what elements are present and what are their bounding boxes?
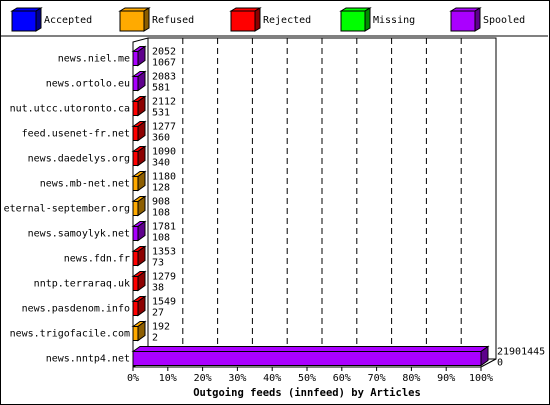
- bar-top: [131, 346, 490, 352]
- offered-label: 2112: [152, 97, 176, 108]
- offered-label: 1781: [152, 222, 176, 233]
- bar-news.nntp4.net: [132, 351, 482, 366]
- accepted-label: 27: [152, 308, 164, 319]
- category-label: eternal-september.org: [4, 204, 130, 215]
- offered-label: 21901445: [497, 347, 545, 358]
- category-label: news.ortolo.eu: [46, 79, 130, 90]
- category-label: news.trigofacile.com: [10, 329, 130, 340]
- bar-news.daedelys.org: [132, 151, 139, 166]
- bar-news.pasdenom.info: [132, 301, 139, 316]
- legend-swatch-rejected: [230, 10, 256, 32]
- category-label: news.nntp4.net: [46, 354, 130, 365]
- offered-label: 908: [152, 197, 170, 208]
- legend-swatch-accepted: [11, 10, 37, 32]
- legend-swatch-side: [254, 7, 261, 32]
- accepted-label: 0: [497, 358, 503, 369]
- category-label: news.samoylyk.net: [28, 229, 130, 240]
- x-tick-label: 50%: [298, 373, 316, 384]
- accepted-label: 73: [152, 258, 164, 269]
- x-tick-label: 90%: [437, 373, 455, 384]
- legend-swatch-side: [474, 7, 481, 32]
- x-tick-label: 80%: [402, 373, 420, 384]
- legend-swatch-spooled: [450, 10, 476, 32]
- feeds-bar-chart: Accepted Refused Rejected Missing Spooled new…: [1, 7, 548, 399]
- accepted-label: 2: [152, 333, 158, 344]
- offered-label: 1549: [152, 297, 176, 308]
- accepted-label: 108: [152, 233, 170, 244]
- category-label: nntp.terraraq.uk: [34, 279, 130, 290]
- accepted-label: 531: [152, 108, 170, 119]
- bar-news.fdn.fr: [132, 251, 139, 266]
- offered-label: 1277: [152, 122, 176, 133]
- bar-nut.utcc.utoronto.ca: [132, 101, 139, 116]
- category-label: news.fdn.fr: [64, 254, 130, 265]
- legend-label-refused: Refused: [152, 15, 194, 26]
- accepted-label: 581: [152, 83, 170, 94]
- x-axis-title: Outgoing feeds (innfeed) by Articles: [193, 387, 421, 399]
- legend-swatch-side: [35, 7, 42, 32]
- x-tick-label: 40%: [263, 373, 281, 384]
- bar-news.samoylyk.net: [132, 226, 139, 241]
- legend-swatch-missing: [340, 10, 366, 32]
- bar-eternal-september.org: [132, 201, 139, 216]
- offered-label: 1353: [152, 247, 176, 258]
- accepted-label: 38: [152, 283, 164, 294]
- category-label: news.mb-net.net: [40, 179, 130, 190]
- accepted-label: 340: [152, 158, 170, 169]
- category-label: nut.utcc.utoronto.ca: [10, 104, 130, 115]
- x-tick-label: 20%: [194, 373, 212, 384]
- x-tick-label: 70%: [368, 373, 386, 384]
- legend-swatch-refused: [119, 10, 145, 32]
- bar-news.trigofacile.com: [132, 326, 139, 341]
- offered-label: 1090: [152, 147, 176, 158]
- offered-label: 2052: [152, 47, 176, 58]
- category-label: news.daedelys.org: [28, 154, 130, 165]
- bar-news.ortolo.eu: [132, 76, 139, 91]
- category-label: news.niel.me: [58, 54, 130, 65]
- offered-label: 192: [152, 322, 170, 333]
- bar-nntp.terraraq.uk: [132, 276, 139, 291]
- legend-label-missing: Missing: [373, 15, 415, 26]
- legend-swatch-side: [143, 7, 150, 32]
- x-tick-label: 60%: [333, 373, 351, 384]
- x-tick-label: 30%: [228, 373, 246, 384]
- x-tick-label: 100%: [469, 373, 493, 384]
- legend-label-accepted: Accepted: [44, 15, 92, 26]
- accepted-label: 1067: [152, 58, 176, 69]
- legend: Accepted Refused Rejected Missing Spooled: [10, 7, 525, 32]
- x-tick-label: 10%: [159, 373, 177, 384]
- legend-swatch-side: [364, 7, 371, 32]
- x-tick-label: 0%: [127, 373, 139, 384]
- accepted-label: 128: [152, 183, 170, 194]
- accepted-label: 360: [152, 133, 170, 144]
- category-label: feed.usenet-fr.net: [22, 129, 130, 140]
- category-label: news.pasdenom.info: [22, 304, 130, 315]
- accepted-label: 108: [152, 208, 170, 219]
- bar-feed.usenet-fr.net: [132, 126, 139, 141]
- offered-label: 1180: [152, 172, 176, 183]
- bar-news.mb-net.net: [132, 176, 139, 191]
- legend-label-rejected: Rejected: [263, 15, 311, 26]
- offered-label: 2083: [152, 72, 176, 83]
- legend-label-spooled: Spooled: [483, 15, 525, 26]
- bar-news.niel.me: [132, 51, 139, 66]
- offered-label: 1279: [152, 272, 176, 283]
